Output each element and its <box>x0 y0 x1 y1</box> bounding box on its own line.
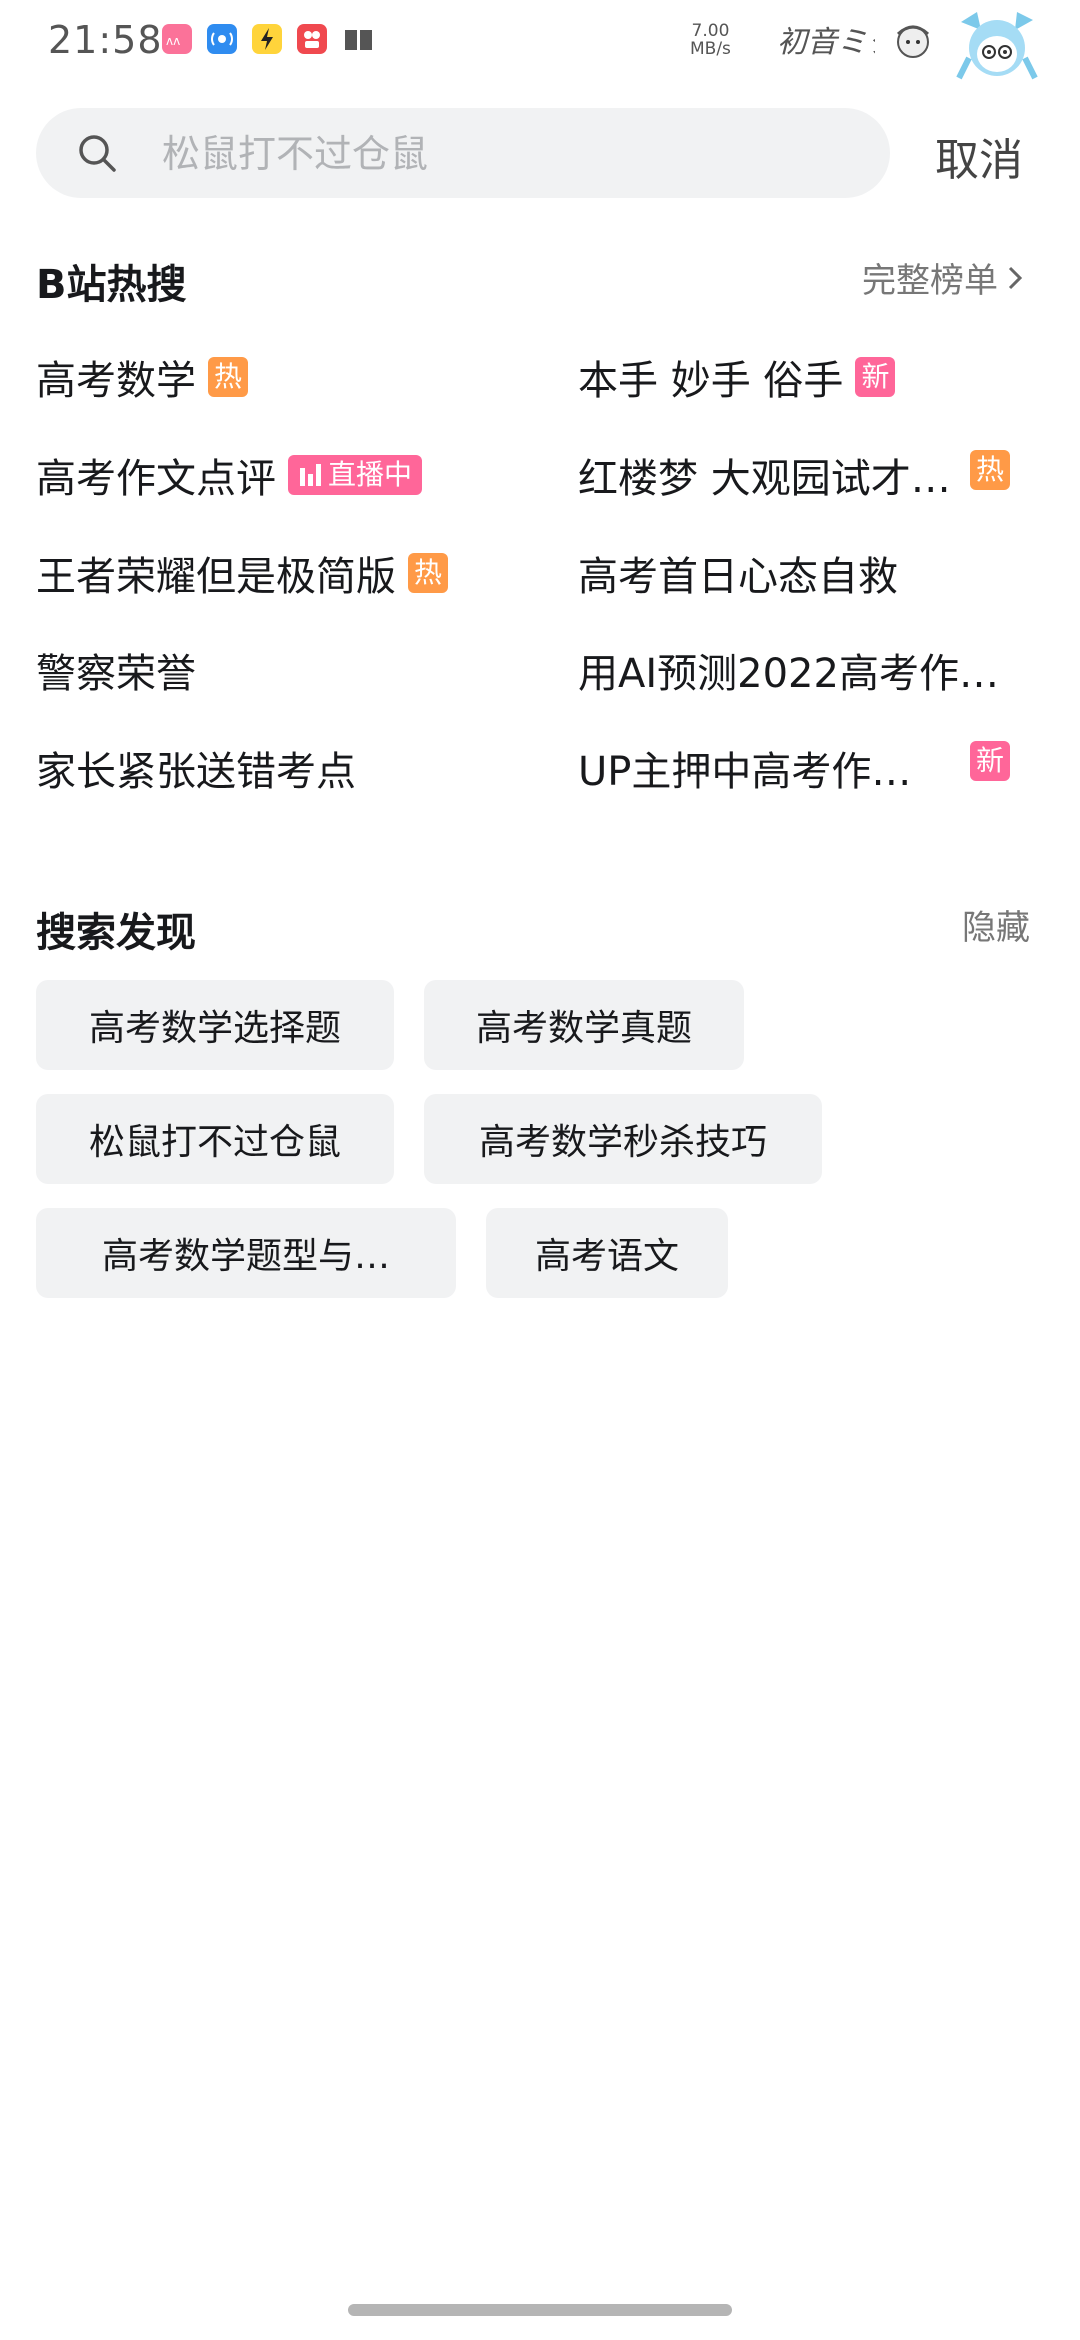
hot-search-item[interactable]: 红楼梦 大观园试才… <box>578 446 951 504</box>
new-badge: 新 <box>970 741 1011 781</box>
hot-search-item[interactable]: 用AI预测2022高考作… <box>578 641 999 699</box>
speed-unit: MB/s <box>690 39 731 59</box>
live-badge: 直播中 <box>288 455 423 495</box>
hot-search-item[interactable]: 本手 妙手 俗手 新 <box>578 348 896 406</box>
hot-badge: 热 <box>208 357 249 397</box>
hot-search-title: B站热搜 <box>36 262 187 308</box>
hot-search-text: 王者荣耀但是极简版 <box>36 554 396 600</box>
search-icon <box>76 132 118 174</box>
discover-chip[interactable]: 高考语文 <box>486 1208 728 1298</box>
live-badge-label: 直播中 <box>328 458 413 491</box>
status-bar: 21:58 ʌʌ 7.00 MB/s 初音ミク <box>0 0 1080 84</box>
flash-app-icon <box>252 24 282 54</box>
hot-search-text: 用AI预测2022高考作… <box>578 651 999 697</box>
avatar-decoration-icon <box>955 8 1039 84</box>
hot-search-text: UP主押中高考作… <box>578 749 912 795</box>
discover-chip[interactable]: 高考数学题型与… <box>36 1208 456 1298</box>
cancel-button[interactable]: 取消 <box>935 124 1023 188</box>
hot-badge: 热 <box>408 553 449 593</box>
full-list-link[interactable]: 完整榜单 <box>862 253 1026 302</box>
svg-text:ʌʌ: ʌʌ <box>166 34 180 48</box>
hot-search-text: 红楼梦 大观园试才… <box>578 456 951 502</box>
hot-search-text: 高考作文点评 <box>36 456 276 502</box>
discover-chip[interactable]: 高考数学真题 <box>424 980 744 1070</box>
hot-search-item[interactable]: 警察荣誉 <box>36 641 196 699</box>
hot-search-item[interactable]: UP主押中高考作… <box>578 739 911 797</box>
mascot-mini-icon <box>890 20 936 62</box>
miku-logo-icon: 初音ミク <box>775 18 898 64</box>
svg-text:初音ミク: 初音ミク <box>777 25 875 60</box>
hot-badge: 热 <box>970 450 1011 490</box>
full-list-label: 完整榜单 <box>862 261 998 301</box>
book-icon <box>342 24 372 54</box>
hot-search-text: 家长紧张送错考点 <box>36 749 356 795</box>
new-badge: 新 <box>855 357 896 397</box>
hot-search-item[interactable]: 高考数学 热 <box>36 348 249 406</box>
search-bar[interactable] <box>36 108 890 200</box>
discover-chip[interactable]: 高考数学秒杀技巧 <box>424 1094 822 1184</box>
video-app-icon <box>297 24 327 54</box>
hot-search-item[interactable]: 高考作文点评 直播中 <box>36 446 423 504</box>
home-indicator[interactable] <box>348 2304 732 2316</box>
hide-button[interactable]: 隐藏 <box>962 900 1030 949</box>
search-input[interactable] <box>160 108 864 200</box>
discover-chip[interactable]: 松鼠打不过仓鼠 <box>36 1094 394 1184</box>
discover-title: 搜索发现 <box>36 910 196 956</box>
live-bars-icon <box>300 464 321 486</box>
status-time: 21:58 <box>48 18 163 62</box>
bilibili-app-icon: ʌʌ <box>162 24 192 54</box>
hot-search-text: 警察荣誉 <box>36 651 196 697</box>
wifi-share-icon <box>207 24 237 54</box>
hot-search-item[interactable]: 王者荣耀但是极简版 热 <box>36 544 449 602</box>
hot-search-text: 高考首日心态自救 <box>578 554 898 600</box>
hot-search-item[interactable]: 家长紧张送错考点 <box>36 739 356 797</box>
speed-value: 7.00 <box>691 21 730 41</box>
chevron-right-icon <box>1008 266 1023 289</box>
network-speed: 7.00 MB/s <box>690 22 731 58</box>
hot-search-item[interactable]: 高考首日心态自救 <box>578 544 898 602</box>
hot-search-text: 高考数学 <box>36 358 196 404</box>
discover-chip[interactable]: 高考数学选择题 <box>36 980 394 1070</box>
hot-search-text: 本手 妙手 俗手 <box>578 358 844 404</box>
